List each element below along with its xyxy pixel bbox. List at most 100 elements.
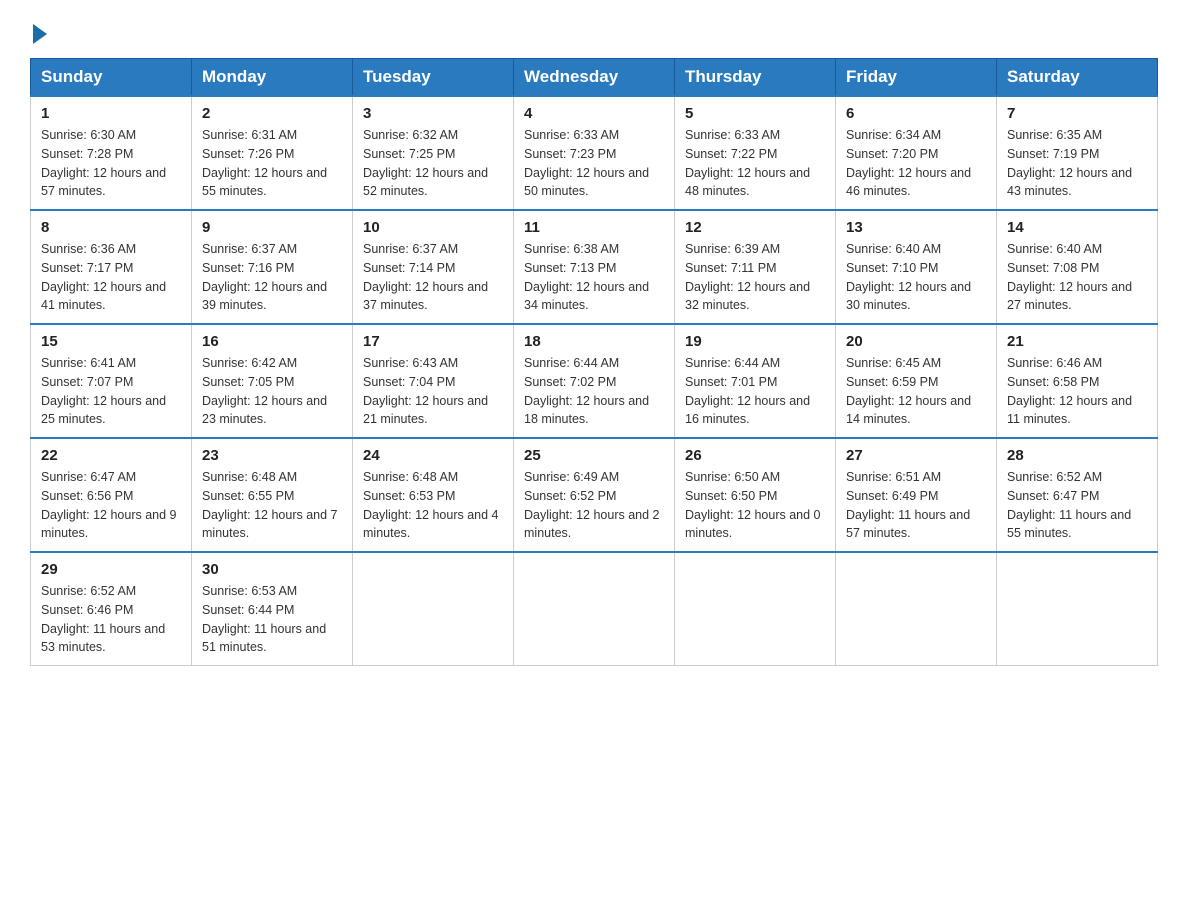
- day-info: Sunrise: 6:49 AMSunset: 6:52 PMDaylight:…: [524, 468, 664, 543]
- day-info: Sunrise: 6:30 AMSunset: 7:28 PMDaylight:…: [41, 126, 181, 201]
- day-number: 11: [524, 219, 664, 236]
- calendar-cell: 3Sunrise: 6:32 AMSunset: 7:25 PMDaylight…: [353, 96, 514, 210]
- day-info: Sunrise: 6:39 AMSunset: 7:11 PMDaylight:…: [685, 240, 825, 315]
- day-info: Sunrise: 6:38 AMSunset: 7:13 PMDaylight:…: [524, 240, 664, 315]
- day-info: Sunrise: 6:40 AMSunset: 7:10 PMDaylight:…: [846, 240, 986, 315]
- day-number: 20: [846, 333, 986, 350]
- day-number: 26: [685, 447, 825, 464]
- day-info: Sunrise: 6:48 AMSunset: 6:55 PMDaylight:…: [202, 468, 342, 543]
- calendar-cell: 21 Sunrise: 6:46 AMSunset: 6:58 PMDayligh…: [997, 324, 1158, 438]
- calendar-cell: 20Sunrise: 6:45 AMSunset: 6:59 PMDayligh…: [836, 324, 997, 438]
- page-header: [30, 20, 1158, 40]
- calendar-cell: 15 Sunrise: 6:41 AMSunset: 7:07 PMDayligh…: [31, 324, 192, 438]
- day-info: Sunrise: 6:46 AMSunset: 6:58 PMDaylight:…: [1007, 354, 1147, 429]
- calendar-cell: 28 Sunrise: 6:52 AMSunset: 6:47 PMDayligh…: [997, 438, 1158, 552]
- calendar-cell: 5 Sunrise: 6:33 AMSunset: 7:22 PMDaylight…: [675, 96, 836, 210]
- week-row-1: 1 Sunrise: 6:30 AMSunset: 7:28 PMDaylight…: [31, 96, 1158, 210]
- calendar-cell: 18Sunrise: 6:44 AMSunset: 7:02 PMDayligh…: [514, 324, 675, 438]
- logo: [30, 20, 47, 40]
- day-info: Sunrise: 6:32 AMSunset: 7:25 PMDaylight:…: [363, 126, 503, 201]
- calendar-cell: 29 Sunrise: 6:52 AMSunset: 6:46 PMDayligh…: [31, 552, 192, 666]
- day-info: Sunrise: 6:43 AMSunset: 7:04 PMDaylight:…: [363, 354, 503, 429]
- calendar-cell: 30 Sunrise: 6:53 AMSunset: 6:44 PMDayligh…: [192, 552, 353, 666]
- day-number: 6: [846, 105, 986, 122]
- calendar-cell: 4 Sunrise: 6:33 AMSunset: 7:23 PMDaylight…: [514, 96, 675, 210]
- calendar-cell: 10 Sunrise: 6:37 AMSunset: 7:14 PMDayligh…: [353, 210, 514, 324]
- day-info: Sunrise: 6:31 AMSunset: 7:26 PMDaylight:…: [202, 126, 342, 201]
- day-number: 8: [41, 219, 181, 236]
- day-number: 21: [1007, 333, 1147, 350]
- day-number: 23: [202, 447, 342, 464]
- day-number: 10: [363, 219, 503, 236]
- header-sunday: Sunday: [31, 59, 192, 97]
- calendar-cell: 24Sunrise: 6:48 AMSunset: 6:53 PMDayligh…: [353, 438, 514, 552]
- calendar-cell: [997, 552, 1158, 666]
- calendar-cell: 26 Sunrise: 6:50 AMSunset: 6:50 PMDayligh…: [675, 438, 836, 552]
- day-number: 16: [202, 333, 342, 350]
- calendar-cell: 9 Sunrise: 6:37 AMSunset: 7:16 PMDaylight…: [192, 210, 353, 324]
- calendar-header-row: SundayMondayTuesdayWednesdayThursdayFrid…: [31, 59, 1158, 97]
- week-row-5: 29 Sunrise: 6:52 AMSunset: 6:46 PMDayligh…: [31, 552, 1158, 666]
- day-info: Sunrise: 6:33 AMSunset: 7:22 PMDaylight:…: [685, 126, 825, 201]
- header-thursday: Thursday: [675, 59, 836, 97]
- calendar-cell: 25 Sunrise: 6:49 AMSunset: 6:52 PMDayligh…: [514, 438, 675, 552]
- day-number: 17: [363, 333, 503, 350]
- day-info: Sunrise: 6:37 AMSunset: 7:16 PMDaylight:…: [202, 240, 342, 315]
- day-info: Sunrise: 6:44 AMSunset: 7:02 PMDaylight:…: [524, 354, 664, 429]
- calendar-cell: 8 Sunrise: 6:36 AMSunset: 7:17 PMDaylight…: [31, 210, 192, 324]
- calendar-cell: 1 Sunrise: 6:30 AMSunset: 7:28 PMDaylight…: [31, 96, 192, 210]
- day-number: 1: [41, 105, 181, 122]
- day-info: Sunrise: 6:47 AMSunset: 6:56 PMDaylight:…: [41, 468, 181, 543]
- calendar-cell: 22Sunrise: 6:47 AMSunset: 6:56 PMDayligh…: [31, 438, 192, 552]
- day-number: 4: [524, 105, 664, 122]
- day-info: Sunrise: 6:52 AMSunset: 6:46 PMDaylight:…: [41, 582, 181, 657]
- day-info: Sunrise: 6:34 AMSunset: 7:20 PMDaylight:…: [846, 126, 986, 201]
- day-number: 19: [685, 333, 825, 350]
- day-number: 15: [41, 333, 181, 350]
- calendar-cell: [353, 552, 514, 666]
- day-info: Sunrise: 6:35 AMSunset: 7:19 PMDaylight:…: [1007, 126, 1147, 201]
- header-tuesday: Tuesday: [353, 59, 514, 97]
- calendar-cell: 6 Sunrise: 6:34 AMSunset: 7:20 PMDaylight…: [836, 96, 997, 210]
- calendar-cell: 11 Sunrise: 6:38 AMSunset: 7:13 PMDayligh…: [514, 210, 675, 324]
- day-number: 25: [524, 447, 664, 464]
- logo-arrow-icon: [33, 24, 47, 44]
- day-info: Sunrise: 6:48 AMSunset: 6:53 PMDaylight:…: [363, 468, 503, 543]
- day-number: 29: [41, 561, 181, 578]
- calendar-cell: [836, 552, 997, 666]
- day-info: Sunrise: 6:53 AMSunset: 6:44 PMDaylight:…: [202, 582, 342, 657]
- day-number: 13: [846, 219, 986, 236]
- day-info: Sunrise: 6:33 AMSunset: 7:23 PMDaylight:…: [524, 126, 664, 201]
- day-number: 2: [202, 105, 342, 122]
- week-row-2: 8 Sunrise: 6:36 AMSunset: 7:17 PMDaylight…: [31, 210, 1158, 324]
- calendar-cell: 14Sunrise: 6:40 AMSunset: 7:08 PMDayligh…: [997, 210, 1158, 324]
- calendar-cell: [675, 552, 836, 666]
- calendar-cell: 2 Sunrise: 6:31 AMSunset: 7:26 PMDaylight…: [192, 96, 353, 210]
- calendar-cell: 19 Sunrise: 6:44 AMSunset: 7:01 PMDayligh…: [675, 324, 836, 438]
- day-info: Sunrise: 6:42 AMSunset: 7:05 PMDaylight:…: [202, 354, 342, 429]
- header-friday: Friday: [836, 59, 997, 97]
- calendar-cell: 13 Sunrise: 6:40 AMSunset: 7:10 PMDayligh…: [836, 210, 997, 324]
- day-number: 9: [202, 219, 342, 236]
- day-number: 27: [846, 447, 986, 464]
- day-info: Sunrise: 6:52 AMSunset: 6:47 PMDaylight:…: [1007, 468, 1147, 543]
- day-info: Sunrise: 6:51 AMSunset: 6:49 PMDaylight:…: [846, 468, 986, 543]
- calendar-cell: 12 Sunrise: 6:39 AMSunset: 7:11 PMDayligh…: [675, 210, 836, 324]
- day-info: Sunrise: 6:44 AMSunset: 7:01 PMDaylight:…: [685, 354, 825, 429]
- day-number: 30: [202, 561, 342, 578]
- calendar-cell: 7 Sunrise: 6:35 AMSunset: 7:19 PMDaylight…: [997, 96, 1158, 210]
- calendar-cell: 17 Sunrise: 6:43 AMSunset: 7:04 PMDayligh…: [353, 324, 514, 438]
- day-number: 14: [1007, 219, 1147, 236]
- day-info: Sunrise: 6:36 AMSunset: 7:17 PMDaylight:…: [41, 240, 181, 315]
- day-info: Sunrise: 6:50 AMSunset: 6:50 PMDaylight:…: [685, 468, 825, 543]
- day-info: Sunrise: 6:37 AMSunset: 7:14 PMDaylight:…: [363, 240, 503, 315]
- day-number: 12: [685, 219, 825, 236]
- calendar-cell: 23 Sunrise: 6:48 AMSunset: 6:55 PMDayligh…: [192, 438, 353, 552]
- day-number: 7: [1007, 105, 1147, 122]
- calendar-table: SundayMondayTuesdayWednesdayThursdayFrid…: [30, 58, 1158, 666]
- day-info: Sunrise: 6:41 AMSunset: 7:07 PMDaylight:…: [41, 354, 181, 429]
- day-number: 5: [685, 105, 825, 122]
- header-monday: Monday: [192, 59, 353, 97]
- day-number: 28: [1007, 447, 1147, 464]
- header-saturday: Saturday: [997, 59, 1158, 97]
